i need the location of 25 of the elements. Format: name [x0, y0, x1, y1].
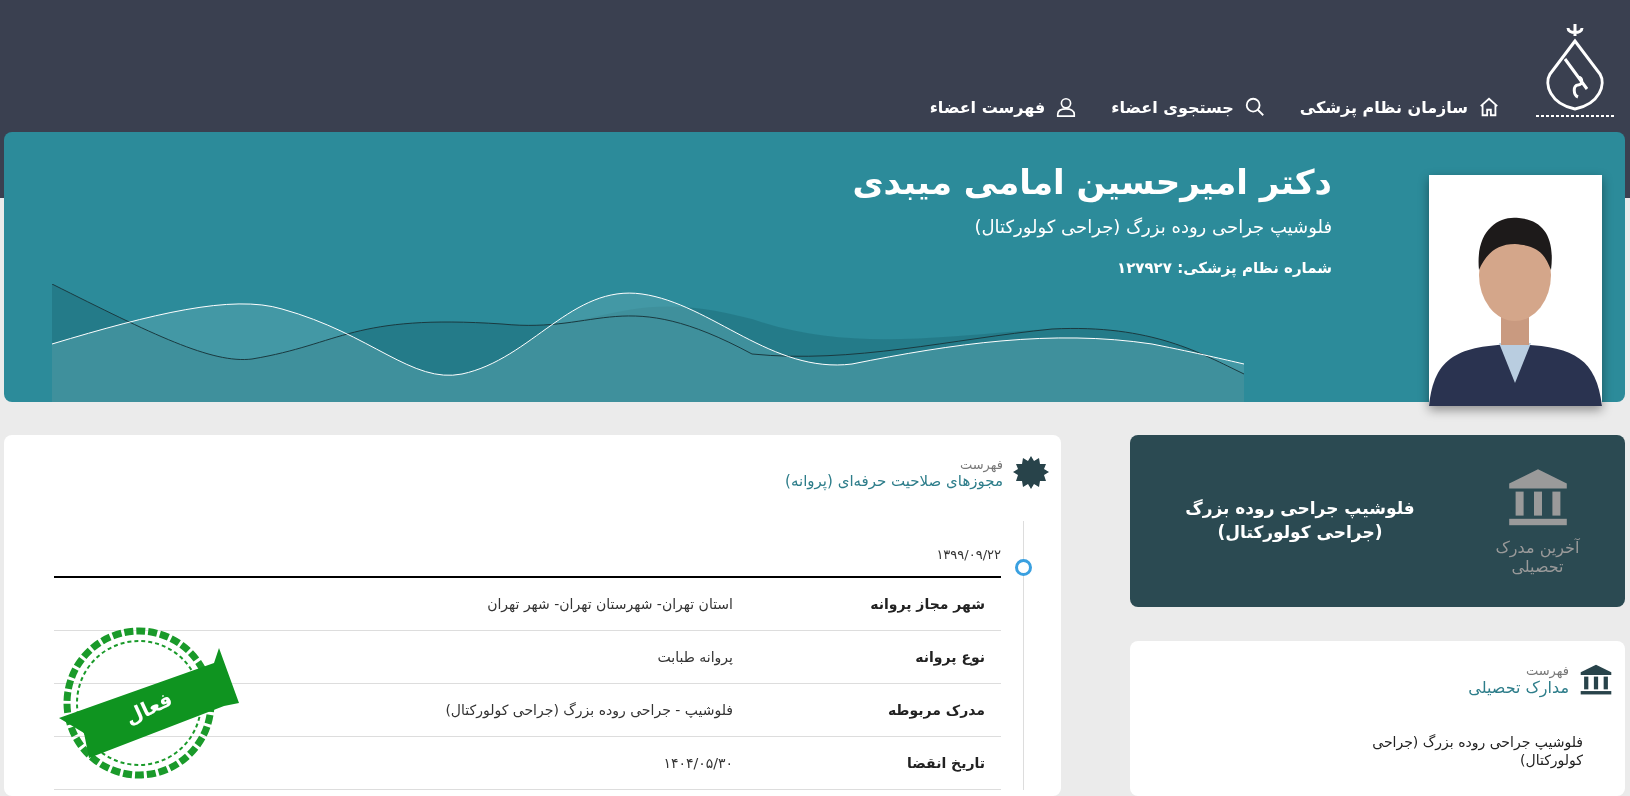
search-icon [1243, 96, 1266, 118]
field-label: شهر مجاز پروانه [734, 578, 1001, 631]
field-value: استان تهران- شهرستان تهران- شهر تهران [54, 578, 734, 631]
caption-text: فهرست [1524, 663, 1569, 678]
section-title: مجوزهای صلاحیت حرفه‌ای (پروانه) [785, 471, 1003, 490]
latest-degree-label: آخرین مدرک تحصیلی [1494, 538, 1581, 576]
license-date: ۱۳۹۹/۰۹/۲۲ [54, 547, 1001, 578]
badge-icon [1013, 455, 1049, 491]
timeline-dot [1015, 559, 1032, 576]
nav-link[interactable]: جستجوی اعضاء [1111, 96, 1266, 118]
field-label: نوع پروانه [734, 630, 1001, 684]
degree-item: فلوشیپ جراحی روده بزرگ (جراحی کولورکتال) [1371, 733, 1583, 770]
user-icon [1055, 96, 1078, 118]
doctor-name: دکتر امیرحسین امامی میبدی [852, 162, 1332, 202]
nav-link[interactable]: سازمان نظام پزشکی [1299, 96, 1500, 118]
nav-link[interactable]: فهرست اعضاء [929, 96, 1078, 118]
latest-degree-value: فلوشیپ جراحی روده بزرگ (جراحی کولورکتال) [1184, 497, 1416, 545]
section-title: مدارک تحصیلی [1468, 678, 1569, 697]
specialty-text: فلوشیپ جراحی روده بزرگ (جراحی کولورکتال) [973, 216, 1332, 237]
field-label: مدرک مربوطه [734, 683, 1001, 737]
council-number: شماره نظام پزشکی: ۱۲۷۹۲۷ [1116, 259, 1332, 277]
home-icon [1478, 96, 1500, 118]
field-label: تاریخ انقضا [734, 736, 1001, 790]
bank-icon [1579, 663, 1613, 697]
caption-text: فهرست [958, 456, 1003, 472]
